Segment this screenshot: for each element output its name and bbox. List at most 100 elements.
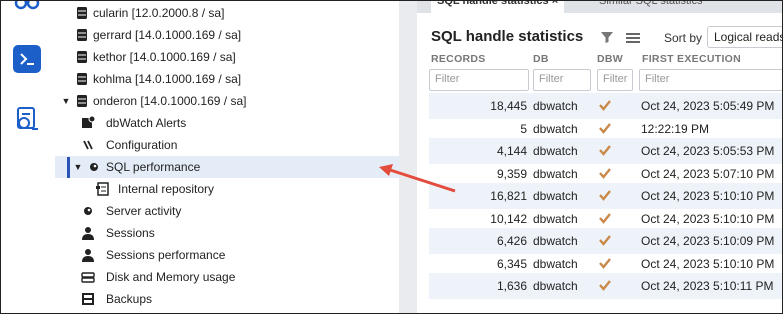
check-icon xyxy=(599,279,611,294)
tab-sql-handle-statistics[interactable]: SQL handle statistics × xyxy=(431,1,565,13)
annotation-arrow xyxy=(379,164,456,193)
sort-by-label: Sort by xyxy=(664,31,703,45)
repository-icon xyxy=(95,182,109,196)
cell-db: dbwatch xyxy=(533,279,578,293)
column-header-first-execution[interactable]: FIRST EXECUTION xyxy=(642,53,741,65)
column-header-dbw[interactable]: DBW xyxy=(597,53,623,65)
tree-item[interactable]: dbWatch Alerts xyxy=(55,112,399,134)
database-icon xyxy=(75,50,89,64)
filter-records[interactable]: Filter xyxy=(429,69,529,91)
tree-item-label: onderon [14.0.1000.169 / sa] xyxy=(93,94,247,108)
cell-db: dbwatch xyxy=(533,99,578,113)
tab-strip: SQL handle statistics × Similar SQL stat… xyxy=(417,1,782,13)
cell-db: dbwatch xyxy=(533,234,578,248)
check-icon xyxy=(599,234,611,249)
backup-icon xyxy=(81,292,95,306)
database-icon xyxy=(75,6,89,20)
tree-item-label: Configuration xyxy=(106,138,178,152)
instance-tree: cularin [12.0.2000.8 / sa] gerrard [14.0.… xyxy=(55,1,399,313)
pane-splitter[interactable] xyxy=(399,1,417,313)
cell-first-execution: Oct 24, 2023 5:10:10 PM xyxy=(641,189,775,203)
tree-item[interactable]: ▼ onderon [14.0.1000.169 / sa] xyxy=(55,90,399,112)
cell-first-execution: Oct 24, 2023 5:07:10 PM xyxy=(641,166,775,181)
tree-item[interactable]: Server activity xyxy=(55,200,399,222)
gauge-icon xyxy=(87,160,101,174)
tree-item[interactable]: Sessions xyxy=(55,222,399,244)
tree-item[interactable]: Internal repository xyxy=(55,178,399,200)
sort-by-select[interactable]: Logical reads xyxy=(707,26,782,48)
filter-db[interactable]: Filter xyxy=(533,69,591,91)
expand-caret-icon[interactable]: ▼ xyxy=(73,162,83,172)
cell-db: dbwatch xyxy=(533,256,578,271)
menu-icon[interactable] xyxy=(626,31,640,49)
filter-first-execution[interactable]: Filter xyxy=(639,69,782,91)
cell-db: dbwatch xyxy=(533,166,578,181)
glasses-icon[interactable] xyxy=(13,1,41,21)
tree-item[interactable]: cularin [12.0.2000.8 / sa] xyxy=(55,2,399,24)
tree-item[interactable]: kohlma [14.0.1000.169 / sa] xyxy=(55,68,399,90)
cell-first-execution: Oct 24, 2023 5:10:10 PM xyxy=(641,256,775,271)
cell-db: dbwatch xyxy=(533,211,578,226)
tree-item-label: Disk and Memory usage xyxy=(106,270,236,284)
tree-item[interactable]: Sessions performance xyxy=(55,244,399,266)
database-icon xyxy=(75,94,89,108)
cell-first-execution: 12:22:19 PM xyxy=(641,121,710,136)
tree-item-label: kohlma [14.0.1000.169 / sa] xyxy=(93,72,242,86)
cell-first-execution: Oct 24, 2023 5:05:49 PM xyxy=(641,99,775,113)
tree-item-label: gerrard [14.0.1000.169 / sa] xyxy=(93,28,242,42)
terminal-icon[interactable] xyxy=(13,45,41,73)
database-icon xyxy=(75,72,89,86)
check-icon xyxy=(599,189,611,204)
check-icon xyxy=(599,144,611,159)
alerts-icon xyxy=(81,116,95,130)
check-icon xyxy=(599,212,611,227)
selection-indicator xyxy=(67,157,70,178)
check-icon xyxy=(599,167,611,182)
expand-caret-icon[interactable]: ▼ xyxy=(61,96,71,106)
cell-first-execution: Oct 24, 2023 5:10:09 PM xyxy=(641,234,775,248)
tree-item[interactable]: ▼ SQL performance xyxy=(55,156,399,178)
cell-records: 18,445 xyxy=(490,99,527,113)
cell-records: 4,144 xyxy=(496,144,527,158)
user-icon xyxy=(81,226,95,240)
tree-item-label: Backups xyxy=(106,292,153,306)
tree-item-label: Server activity xyxy=(106,204,182,218)
gauge-icon xyxy=(81,204,95,218)
tree-item-label: cularin [12.0.2000.8 / sa] xyxy=(93,6,225,20)
tree-item[interactable]: gerrard [14.0.1000.169 / sa] xyxy=(55,24,399,46)
configuration-icon xyxy=(81,138,95,152)
icon-rail xyxy=(1,1,55,313)
tree-item-label: kethor [14.0.1000.169 / sa] xyxy=(93,50,236,64)
column-header-db[interactable]: DB xyxy=(533,53,549,65)
tree-item-label: Sessions performance xyxy=(106,248,226,262)
table-row[interactable]: 1,636 dbwatch Oct 24, 2023 5:10:11 PM xyxy=(429,273,782,299)
database-icon xyxy=(75,28,89,42)
tree-item-label: SQL performance xyxy=(106,160,201,174)
tree-item-label: Internal repository xyxy=(118,182,215,196)
app-window: cularin [12.0.2000.8 / sa] gerrard [14.0.… xyxy=(0,0,783,314)
tree-item[interactable]: Configuration xyxy=(55,134,399,156)
cell-db: dbwatch xyxy=(533,189,578,203)
database-report-icon[interactable] xyxy=(13,105,41,133)
tree-item[interactable]: Backups xyxy=(55,288,399,310)
filter-icon[interactable] xyxy=(600,30,614,49)
cell-records: 6,345 xyxy=(496,256,527,271)
column-header-records[interactable]: RECORDS xyxy=(431,53,486,65)
cell-records: 10,142 xyxy=(490,211,527,226)
cell-db: dbwatch xyxy=(533,144,578,158)
tree-item[interactable]: Disk and Memory usage xyxy=(55,266,399,288)
check-icon xyxy=(599,122,611,137)
check-icon xyxy=(599,257,611,272)
cell-first-execution: Oct 24, 2023 5:10:10 PM xyxy=(641,211,775,226)
tree-item[interactable]: kethor [14.0.1000.169 / sa] xyxy=(55,46,399,68)
tab-similar-sql-statistics[interactable]: Similar SQL statistics xyxy=(599,1,703,13)
cell-first-execution: Oct 24, 2023 5:10:11 PM xyxy=(641,279,774,293)
filter-dbw[interactable]: Filter xyxy=(597,69,633,91)
cell-records: 6,426 xyxy=(496,234,527,248)
disk-icon xyxy=(81,270,95,284)
cell-records: 5 xyxy=(520,121,527,136)
tree-item-label: Sessions xyxy=(106,226,155,240)
cell-db: dbwatch xyxy=(533,121,578,136)
cell-first-execution: Oct 24, 2023 5:05:53 PM xyxy=(641,144,775,158)
check-icon xyxy=(599,99,611,114)
